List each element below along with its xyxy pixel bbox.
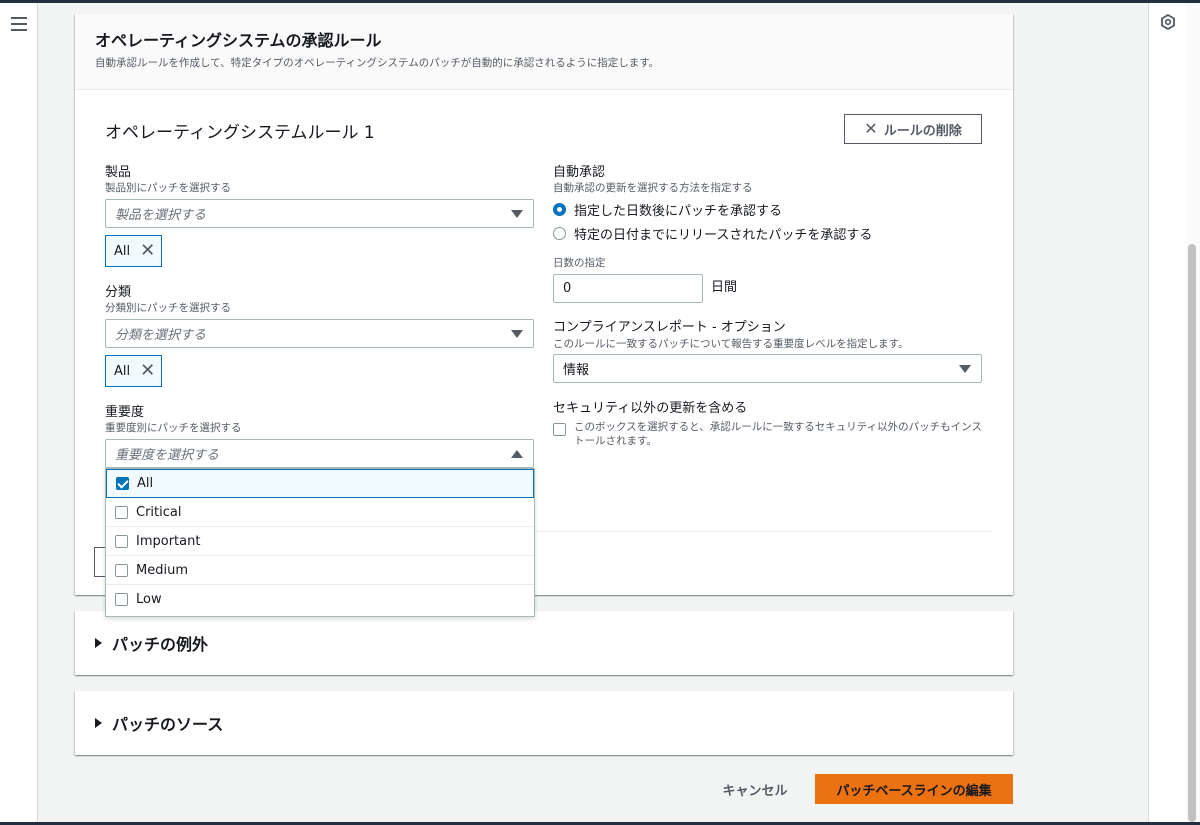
product-token: All ✕ (105, 235, 162, 267)
severity-placeholder: 重要度を選択する (115, 448, 220, 463)
caret-right-icon (95, 718, 102, 728)
checkbox[interactable] (115, 534, 128, 548)
radio-date-option[interactable]: 特定の日付までにリリースされたパッチを承認する (553, 224, 872, 243)
classification-token: All ✕ (105, 355, 162, 387)
patch-sources-toggle[interactable]: パッチのソース (75, 691, 1013, 755)
auto-approval-description: 自動承認の更新を選択する方法を指定する (553, 182, 753, 194)
patch-exceptions-panel: パッチの例外 (75, 611, 1013, 675)
caret-down-icon (511, 210, 523, 218)
days-label: 日数の指定 (553, 257, 606, 269)
product-select[interactable]: 製品を選択する (105, 199, 534, 228)
panel-header: オペレーティングシステムの承認ルール 自動承認ルールを作成して、特定タイプのオペ… (75, 14, 1013, 90)
classification-token-label: All (114, 363, 131, 379)
severity-option-label: All (137, 476, 154, 491)
severity-label: 重要度 (105, 405, 145, 420)
nonsecurity-checkbox-text: このボックスを選択すると、承認ルールに一致するセキュリティ以外のパッチもインスト… (574, 421, 982, 447)
severity-dropdown: All Critical Important Medium Low (105, 468, 535, 617)
radio-days-label: 指定した日数後にパッチを承認する (574, 204, 783, 219)
caret-down-icon (959, 365, 971, 373)
settings-icon[interactable] (1160, 14, 1176, 30)
checkbox[interactable] (115, 563, 128, 577)
remove-token-icon[interactable]: ✕ (140, 242, 155, 260)
nonsecurity-checkbox[interactable] (553, 423, 566, 436)
severity-option-medium[interactable]: Medium (106, 556, 534, 585)
checkbox[interactable] (115, 505, 128, 519)
auto-approval-label: 自動承認 (553, 165, 606, 180)
severity-option-label: Low (136, 592, 162, 607)
caret-right-icon (95, 638, 102, 648)
days-unit: 日間 (711, 280, 738, 295)
checkbox[interactable] (115, 593, 128, 606)
section-description: 自動承認ルールを作成して、特定タイプのオペレーティングシステムのパッチが自動的に… (95, 57, 660, 69)
compliance-description: このルールに一致するパッチについて報告する重要度レベルを指定します。 (553, 338, 909, 350)
severity-option-important[interactable]: Important (106, 527, 534, 556)
nonsecurity-checkbox-row[interactable]: このボックスを選択すると、承認ルールに一致するセキュリティ以外のパッチもインスト… (553, 420, 983, 448)
rule-title: オペレーティングシステムルール 1 (105, 123, 375, 143)
radio-date-label: 特定の日付までにリリースされたパッチを承認する (574, 228, 873, 243)
product-placeholder: 製品を選択する (115, 208, 207, 223)
product-label: 製品 (105, 165, 132, 180)
severity-option-label: Critical (136, 504, 182, 520)
severity-option-all[interactable]: All (106, 469, 534, 498)
product-token-label: All (114, 243, 131, 259)
classification-label: 分類 (105, 285, 132, 300)
checkbox-checked[interactable] (116, 477, 129, 490)
classification-placeholder: 分類を選択する (115, 328, 207, 343)
scrollbar-thumb[interactable] (1188, 244, 1196, 822)
patch-sources-panel: パッチのソース (75, 691, 1013, 755)
compliance-select[interactable]: 情報 (553, 354, 982, 383)
severity-description: 重要度別にパッチを選択する (105, 422, 242, 434)
top-bar (0, 0, 1200, 3)
delete-rule-label: ルールの削除 (883, 123, 962, 139)
classification-select[interactable]: 分類を選択する (105, 319, 534, 348)
severity-option-label: Important (136, 533, 201, 549)
delete-rule-button[interactable]: ✕ ルールの削除 (844, 114, 982, 144)
radio-button[interactable] (553, 227, 566, 240)
menu-icon[interactable] (11, 17, 27, 31)
patch-exceptions-toggle[interactable]: パッチの例外 (75, 611, 1013, 675)
caret-up-icon (511, 450, 523, 458)
product-description: 製品別にパッチを選択する (105, 182, 231, 194)
section-title: オペレーティングシステムの承認ルール (95, 31, 382, 50)
compliance-label: コンプライアンスレポート - オプション (553, 320, 786, 335)
patch-sources-title: パッチのソース (112, 715, 224, 734)
days-value: 0 (563, 281, 572, 296)
nonsecurity-label: セキュリティ以外の更新を含める (553, 401, 748, 416)
close-icon: ✕ (864, 119, 878, 138)
classification-description: 分類別にパッチを選択する (105, 302, 231, 314)
radio-button-selected[interactable] (553, 203, 566, 216)
patch-exceptions-title: パッチの例外 (112, 635, 209, 654)
cancel-button[interactable]: キャンセル (706, 774, 804, 804)
radio-days-option[interactable]: 指定した日数後にパッチを承認する (553, 200, 782, 219)
severity-option-critical[interactable]: Critical (106, 498, 534, 527)
severity-option-label: Medium (136, 562, 188, 578)
caret-down-icon (511, 330, 523, 338)
edit-baseline-button[interactable]: パッチベースラインの編集 (815, 774, 1013, 804)
severity-select[interactable]: 重要度を選択する (105, 439, 534, 468)
severity-option-low[interactable]: Low (106, 585, 534, 614)
left-nav (0, 3, 38, 822)
days-input[interactable]: 0 (553, 274, 703, 303)
remove-token-icon[interactable]: ✕ (140, 362, 155, 380)
compliance-value: 情報 (563, 363, 590, 378)
